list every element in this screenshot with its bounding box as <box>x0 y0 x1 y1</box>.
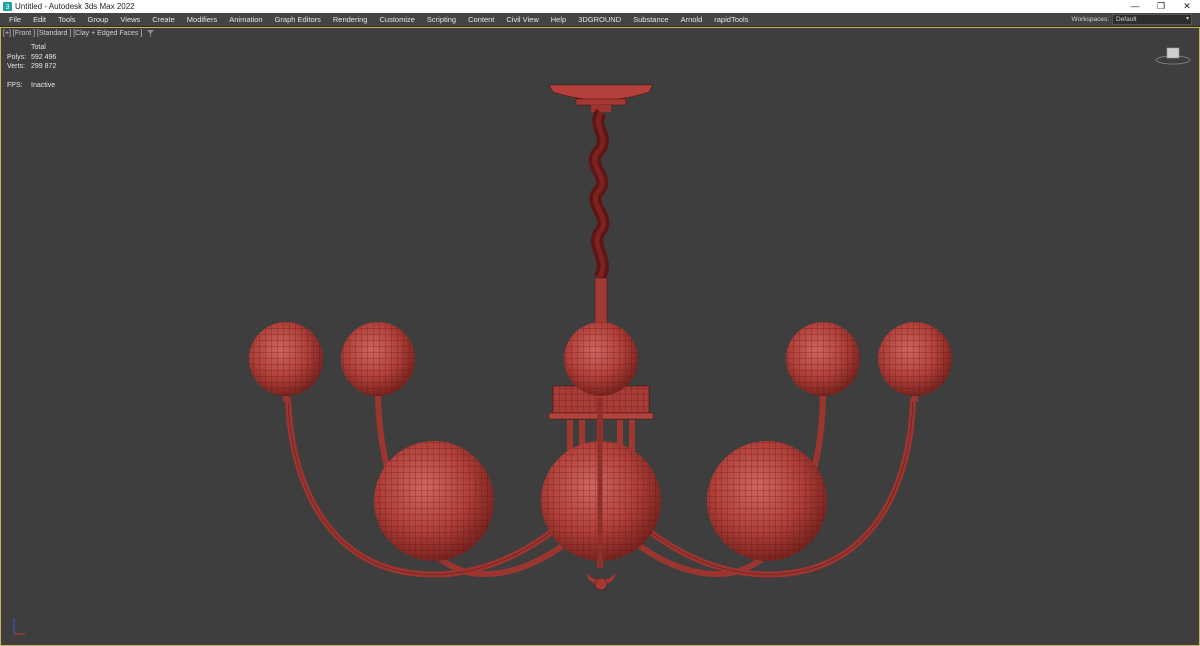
chevron-down-icon: ▾ <box>1185 16 1189 22</box>
fps-label: FPS: <box>7 81 23 89</box>
viewport-label-menu[interactable]: [+] [Front ] [Standard ] [Clay + Edged F… <box>3 30 142 37</box>
polys-value: 592 496 <box>31 53 57 61</box>
menu-help[interactable]: Help <box>545 13 572 26</box>
restore-button[interactable]: ❐ <box>1148 0 1174 13</box>
funnel-icon[interactable] <box>147 30 154 39</box>
menu-graph-editors[interactable]: Graph Editors <box>269 13 327 26</box>
menu-rapidtools[interactable]: rapidTools <box>708 13 754 26</box>
menu-animation[interactable]: Animation <box>223 13 268 26</box>
menu-items: File Edit Tools Group Views Create Modifiers An… <box>0 13 1072 26</box>
menu-3dground[interactable]: 3DGROUND <box>572 13 627 26</box>
stats-header: Total <box>31 44 46 51</box>
axis-tripod-icon <box>10 614 28 638</box>
chandelier-model[interactable] <box>1 28 1199 645</box>
svg-text:3: 3 <box>6 4 10 11</box>
fps-value: Inactive <box>31 81 56 89</box>
menu-file[interactable]: File <box>3 13 27 26</box>
window-title: Untitled - Autodesk 3ds Max 2022 <box>15 2 135 11</box>
chain <box>588 108 610 282</box>
ceiling-canopy <box>548 84 654 112</box>
workspaces-group: Workspaces: Default ▾ <box>1072 13 1192 26</box>
menu-group[interactable]: Group <box>82 13 115 26</box>
polys-label: Polys: <box>7 53 27 61</box>
menu-tools[interactable]: Tools <box>52 13 82 26</box>
menu-edit[interactable]: Edit <box>27 13 52 26</box>
menu-rendering[interactable]: Rendering <box>327 13 374 26</box>
front-viewport[interactable]: [+] [Front ] [Standard ] [Clay + Edged F… <box>0 27 1200 646</box>
menu-arnold[interactable]: Arnold <box>675 13 709 26</box>
verts-label: Verts: <box>7 63 25 70</box>
scene-statistics: Total Polys: 592 496 Verts: 299 872 FPS:… <box>7 43 56 90</box>
workspaces-label: Workspaces: <box>1071 16 1109 23</box>
menu-views[interactable]: Views <box>114 13 146 26</box>
menu-scripting[interactable]: Scripting <box>421 13 462 26</box>
central-rod <box>594 277 608 324</box>
menu-customize[interactable]: Customize <box>373 13 420 26</box>
workspaces-value: Default <box>1116 16 1137 23</box>
3dsmax-app-icon: 3 <box>3 2 12 11</box>
workspaces-dropdown[interactable]: Default ▾ <box>1112 14 1192 25</box>
close-button[interactable]: ✕ <box>1174 0 1200 13</box>
menu-substance[interactable]: Substance <box>627 13 674 26</box>
menu-create[interactable]: Create <box>146 13 181 26</box>
small-shades <box>249 322 952 402</box>
minimize-button[interactable]: — <box>1122 0 1148 13</box>
menu-content[interactable]: Content <box>462 13 500 26</box>
menu-modifiers[interactable]: Modifiers <box>181 13 223 26</box>
menu-bar: File Edit Tools Group Views Create Modifiers An… <box>0 13 1200 27</box>
viewcube-icon[interactable] <box>1155 42 1191 66</box>
title-bar: 3 Untitled - Autodesk 3ds Max 2022 — ❐ ✕ <box>0 0 1200 13</box>
menu-civil-view[interactable]: Civil View <box>500 13 544 26</box>
verts-value: 299 872 <box>31 63 57 70</box>
